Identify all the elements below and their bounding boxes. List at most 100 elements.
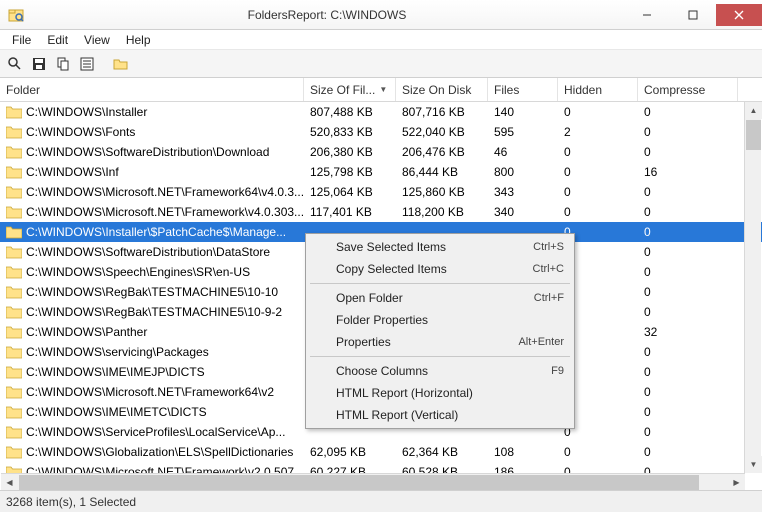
table-row[interactable]: C:\WINDOWS\Inf125,798 KB86,444 KB800016 [0, 162, 762, 182]
cell-files: 800 [488, 163, 558, 181]
column-compressed[interactable]: Compresse [638, 78, 738, 101]
menu-item[interactable]: PropertiesAlt+Enter [308, 331, 572, 353]
cell-hidden: 0 [558, 163, 638, 181]
menu-help[interactable]: Help [118, 31, 159, 49]
menu-separator [310, 356, 570, 357]
menu-item[interactable]: Choose ColumnsF9 [308, 360, 572, 382]
column-folder[interactable]: Folder [0, 78, 304, 101]
cell-hidden: 0 [558, 143, 638, 161]
cell-compressed: 0 [638, 263, 738, 281]
menu-label: Folder Properties [336, 313, 564, 327]
cell-compressed: 0 [638, 403, 738, 421]
menu-item[interactable]: Folder Properties [308, 309, 572, 331]
folder-path: C:\WINDOWS\RegBak\TESTMACHINE5\10-10 [26, 285, 278, 299]
cell-files: 595 [488, 123, 558, 141]
open-folder-icon[interactable] [110, 53, 132, 75]
cell-size: 206,380 KB [304, 143, 396, 161]
column-disk[interactable]: Size On Disk [396, 78, 488, 101]
cell-compressed: 0 [638, 283, 738, 301]
cell-folder: C:\WINDOWS\RegBak\TESTMACHINE5\10-10 [0, 283, 304, 301]
toolbar [0, 50, 762, 78]
menu-item[interactable]: Copy Selected ItemsCtrl+C [308, 258, 572, 280]
scroll-up-icon[interactable]: ▲ [745, 102, 762, 119]
cell-folder: C:\WINDOWS\ServiceProfiles\LocalService\… [0, 423, 304, 441]
folder-path: C:\WINDOWS\Microsoft.NET\Framework64\v4.… [26, 185, 304, 199]
cell-hidden: 0 [558, 443, 638, 461]
cell-disk: 118,200 KB [396, 203, 488, 221]
folder-path: C:\WINDOWS\Microsoft.NET\Framework64\v2 [26, 385, 274, 399]
cell-folder: C:\WINDOWS\Installer [0, 103, 304, 121]
statusbar: 3268 item(s), 1 Selected [0, 490, 762, 512]
cell-hidden: 0 [558, 183, 638, 201]
menu-view[interactable]: View [76, 31, 118, 49]
cell-compressed: 0 [638, 123, 738, 141]
folder-path: C:\WINDOWS\Speech\Engines\SR\en-US [26, 265, 250, 279]
scrollbar-vertical[interactable]: ▲ ▼ [744, 102, 761, 473]
cell-folder: C:\WINDOWS\Fonts [0, 123, 304, 141]
cell-hidden: 0 [558, 203, 638, 221]
menu-label: Open Folder [336, 291, 534, 305]
minimize-button[interactable] [624, 4, 670, 26]
column-header: Folder Size Of Fil...▼ Size On Disk File… [0, 78, 762, 102]
cell-folder: C:\WINDOWS\IME\IMETC\DICTS [0, 403, 304, 421]
close-button[interactable] [716, 4, 762, 26]
scroll-right-icon[interactable]: ▶ [728, 474, 745, 491]
cell-size: 807,488 KB [304, 103, 396, 121]
table-row[interactable]: C:\WINDOWS\SoftwareDistribution\Download… [0, 142, 762, 162]
cell-size: 62,095 KB [304, 443, 396, 461]
folder-path: C:\WINDOWS\IME\IMEJP\DICTS [26, 365, 205, 379]
folder-path: C:\WINDOWS\RegBak\TESTMACHINE5\10-9-2 [26, 305, 282, 319]
cell-compressed: 0 [638, 203, 738, 221]
cell-files: 340 [488, 203, 558, 221]
menu-label: Copy Selected Items [336, 262, 533, 276]
column-size[interactable]: Size Of Fil...▼ [304, 78, 396, 101]
folder-path: C:\WINDOWS\SoftwareDistribution\DataStor… [26, 245, 270, 259]
scroll-left-icon[interactable]: ◀ [1, 474, 18, 491]
menu-edit[interactable]: Edit [39, 31, 76, 49]
column-files[interactable]: Files [488, 78, 558, 101]
table-row[interactable]: C:\WINDOWS\Microsoft.NET\Framework\v4.0.… [0, 202, 762, 222]
table-row[interactable]: C:\WINDOWS\Globalization\ELS\SpellDictio… [0, 442, 762, 462]
scroll-down-icon[interactable]: ▼ [745, 456, 762, 473]
folder-path: C:\WINDOWS\Installer [26, 105, 147, 119]
cell-folder: C:\WINDOWS\SoftwareDistribution\Download [0, 143, 304, 161]
cell-compressed: 0 [638, 383, 738, 401]
status-text: 3268 item(s), 1 Selected [6, 495, 136, 509]
table-row[interactable]: C:\WINDOWS\Fonts520,833 KB522,040 KB5952… [0, 122, 762, 142]
folder-path: C:\WINDOWS\Installer\$PatchCache$\Manage… [26, 225, 286, 239]
cell-folder: C:\WINDOWS\RegBak\TESTMACHINE5\10-9-2 [0, 303, 304, 321]
cell-folder: C:\WINDOWS\SoftwareDistribution\DataStor… [0, 243, 304, 261]
search-icon[interactable] [4, 53, 26, 75]
context-menu: Save Selected ItemsCtrl+SCopy Selected I… [305, 233, 575, 429]
cell-compressed: 0 [638, 443, 738, 461]
menu-shortcut: Ctrl+S [533, 241, 564, 253]
cell-files [488, 430, 558, 434]
cell-folder: C:\WINDOWS\Installer\$PatchCache$\Manage… [0, 223, 304, 241]
save-icon[interactable] [28, 53, 50, 75]
menu-item[interactable]: HTML Report (Vertical) [308, 404, 572, 426]
menu-item[interactable]: Open FolderCtrl+F [308, 287, 572, 309]
cell-compressed: 0 [638, 103, 738, 121]
column-hidden[interactable]: Hidden [558, 78, 638, 101]
copy-icon[interactable] [52, 53, 74, 75]
cell-files: 343 [488, 183, 558, 201]
menu-file[interactable]: File [4, 31, 39, 49]
cell-compressed: 16 [638, 163, 738, 181]
cell-disk: 62,364 KB [396, 443, 488, 461]
cell-folder: C:\WINDOWS\Panther [0, 323, 304, 341]
menu-item[interactable]: HTML Report (Horizontal) [308, 382, 572, 404]
maximize-button[interactable] [670, 4, 716, 26]
cell-compressed: 0 [638, 363, 738, 381]
scrollbar-horizontal[interactable]: ◀ ▶ [1, 473, 745, 490]
cell-hidden: 0 [558, 103, 638, 121]
table-row[interactable]: C:\WINDOWS\Installer807,488 KB807,716 KB… [0, 102, 762, 122]
scroll-thumb-vertical[interactable] [746, 120, 761, 150]
menu-item[interactable]: Save Selected ItemsCtrl+S [308, 236, 572, 258]
cell-compressed: 0 [638, 143, 738, 161]
table-row[interactable]: C:\WINDOWS\Microsoft.NET\Framework64\v4.… [0, 182, 762, 202]
scroll-thumb-horizontal[interactable] [19, 475, 699, 490]
properties-icon[interactable] [76, 53, 98, 75]
cell-folder: C:\WINDOWS\servicing\Packages [0, 343, 304, 361]
cell-compressed: 0 [638, 243, 738, 261]
cell-folder: C:\WINDOWS\Speech\Engines\SR\en-US [0, 263, 304, 281]
